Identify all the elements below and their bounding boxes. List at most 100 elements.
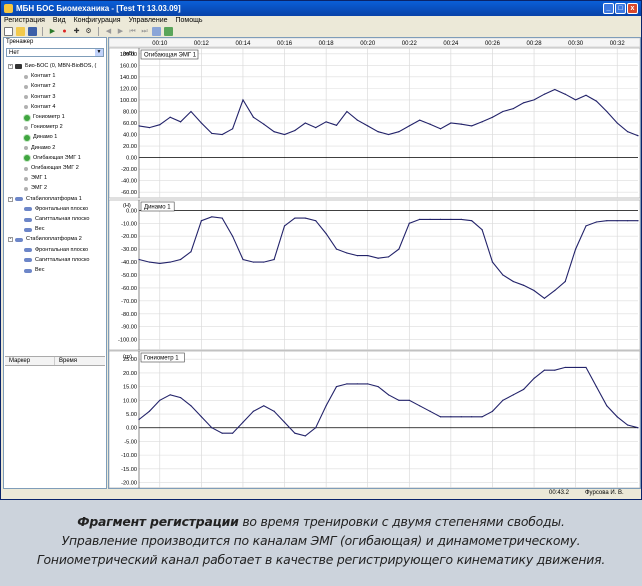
- data-point: [283, 133, 286, 136]
- tree-item[interactable]: Сагиттальная плоско: [24, 215, 89, 224]
- close-button[interactable]: x: [627, 3, 638, 14]
- data-point: [408, 222, 410, 224]
- data-point: [543, 297, 546, 299]
- marker-icon[interactable]: ✚: [72, 27, 81, 36]
- data-point: [377, 131, 379, 133]
- y-tick-label: -30.00: [121, 247, 137, 253]
- data-point: [283, 225, 286, 227]
- tree-item-label: Фронтальная плоско: [35, 205, 89, 212]
- tree-item[interactable]: Фронтальная плоско: [24, 205, 88, 214]
- chart-icon[interactable]: [164, 27, 173, 36]
- new-file-icon[interactable]: [4, 27, 13, 36]
- tree-item[interactable]: Гониометр 2: [24, 123, 63, 132]
- save-icon[interactable]: [28, 27, 37, 36]
- data-point: [616, 220, 618, 222]
- tree-item[interactable]: Контакт 1: [24, 72, 55, 81]
- tree-item[interactable]: Контакт 4: [24, 103, 55, 112]
- menu-help[interactable]: Помощь: [176, 16, 203, 26]
- menu-registration[interactable]: Регистрация: [4, 16, 45, 26]
- data-point: [387, 394, 390, 396]
- data-point: [595, 386, 598, 388]
- y-tick-label: 5.00: [126, 412, 137, 418]
- trainer-label: Тренажер: [6, 39, 34, 45]
- maximize-button[interactable]: □: [615, 3, 626, 14]
- caption-line-3: Гониометрический канал работает в качест…: [36, 552, 606, 567]
- column-time[interactable]: Время: [55, 357, 77, 365]
- tree-item[interactable]: Огибающая ЭМГ 1: [24, 154, 81, 163]
- tree-item[interactable]: - Био-БОС (0, MBN-BioBOS, (: [8, 62, 96, 71]
- data-point: [616, 122, 618, 124]
- data-point: [429, 218, 431, 220]
- tree-item[interactable]: Огибающая ЭМГ 2: [24, 164, 79, 173]
- data-point: [356, 119, 358, 121]
- data-point: [512, 280, 514, 283]
- window-icon[interactable]: [152, 27, 161, 36]
- data-point: [637, 220, 639, 222]
- play-icon[interactable]: ▶: [48, 27, 57, 36]
- tree-item[interactable]: Контакт 3: [24, 93, 55, 102]
- data-point: [481, 121, 483, 123]
- data-point: [179, 396, 182, 399]
- skip-forward-icon[interactable]: ⏭: [140, 27, 149, 36]
- menu-control[interactable]: Управление: [129, 16, 168, 26]
- data-point: [533, 99, 535, 101]
- tree-item[interactable]: Контакт 2: [24, 82, 55, 91]
- data-point: [356, 255, 358, 257]
- data-point: [543, 369, 546, 371]
- collapse-icon[interactable]: -: [8, 196, 13, 202]
- record-icon[interactable]: ●: [60, 27, 69, 36]
- data-point: [138, 258, 140, 261]
- tree-item[interactable]: ЭМГ 1: [24, 174, 47, 183]
- data-point: [408, 399, 410, 401]
- tree-item[interactable]: Вес: [24, 225, 44, 234]
- data-point: [564, 93, 566, 95]
- data-point: [450, 416, 452, 418]
- tree-item[interactable]: - Стабилоплатформа 2: [8, 235, 82, 244]
- column-marker[interactable]: Маркер: [5, 357, 55, 365]
- trainer-select[interactable]: Нет ▼: [6, 48, 104, 57]
- tree-item-label: Стабилоплатформа 1: [26, 195, 82, 202]
- tree-item[interactable]: Фронтальная плоско: [24, 246, 88, 255]
- data-point: [429, 410, 431, 412]
- time-tick-label: 00:22: [402, 41, 418, 47]
- data-point: [512, 107, 514, 110]
- data-point: [252, 116, 254, 118]
- data-point: [408, 125, 410, 127]
- y-tick-label: 20.00: [123, 371, 137, 377]
- channel-inactive-icon: [24, 95, 28, 100]
- time-tick-label: 00:28: [527, 41, 543, 47]
- tree-item[interactable]: - Стабилоплатформа 1: [8, 195, 82, 204]
- settings-icon[interactable]: ⚙: [84, 27, 93, 36]
- data-point: [159, 399, 161, 401]
- data-point: [148, 127, 150, 129]
- tree-item[interactable]: Динамо 1: [24, 133, 57, 142]
- tree-item[interactable]: ЭМГ 2: [24, 184, 47, 193]
- menu-configuration[interactable]: Конфигурация: [74, 16, 121, 26]
- collapse-icon[interactable]: -: [8, 64, 13, 69]
- platform-icon: [24, 258, 32, 263]
- collapse-icon[interactable]: -: [8, 237, 13, 243]
- tree-item[interactable]: Динамо 2: [24, 144, 55, 153]
- data-point: [231, 128, 234, 130]
- chart-title: Гониометр 1: [144, 356, 179, 362]
- tree-item[interactable]: Вес: [24, 266, 44, 275]
- step-forward-icon[interactable]: ▶: [116, 27, 125, 36]
- tree-item[interactable]: Гониометр 1: [24, 113, 65, 122]
- data-point: [460, 123, 462, 125]
- device-tree: - Био-БОС (0, MBN-BioBOS, (Контакт 1 Конта…: [4, 60, 106, 350]
- data-point: [263, 123, 265, 125]
- open-folder-icon[interactable]: [16, 27, 25, 36]
- data-point: [200, 122, 202, 124]
- data-point: [585, 94, 587, 96]
- data-point: [159, 124, 161, 126]
- chevron-down-icon[interactable]: ▼: [95, 49, 103, 56]
- minimize-button[interactable]: _: [603, 3, 614, 14]
- tree-item-label: Сагиттальная плоско: [35, 216, 90, 222]
- tree-item-label: Контакт 4: [31, 103, 56, 110]
- step-back-icon[interactable]: ◀: [104, 27, 113, 36]
- skip-back-icon[interactable]: ⏮: [128, 27, 137, 36]
- data-point: [429, 123, 431, 125]
- tree-item[interactable]: Сагиттальная плоско: [24, 256, 89, 265]
- menu-view[interactable]: Вид: [53, 16, 66, 26]
- data-point: [315, 220, 317, 222]
